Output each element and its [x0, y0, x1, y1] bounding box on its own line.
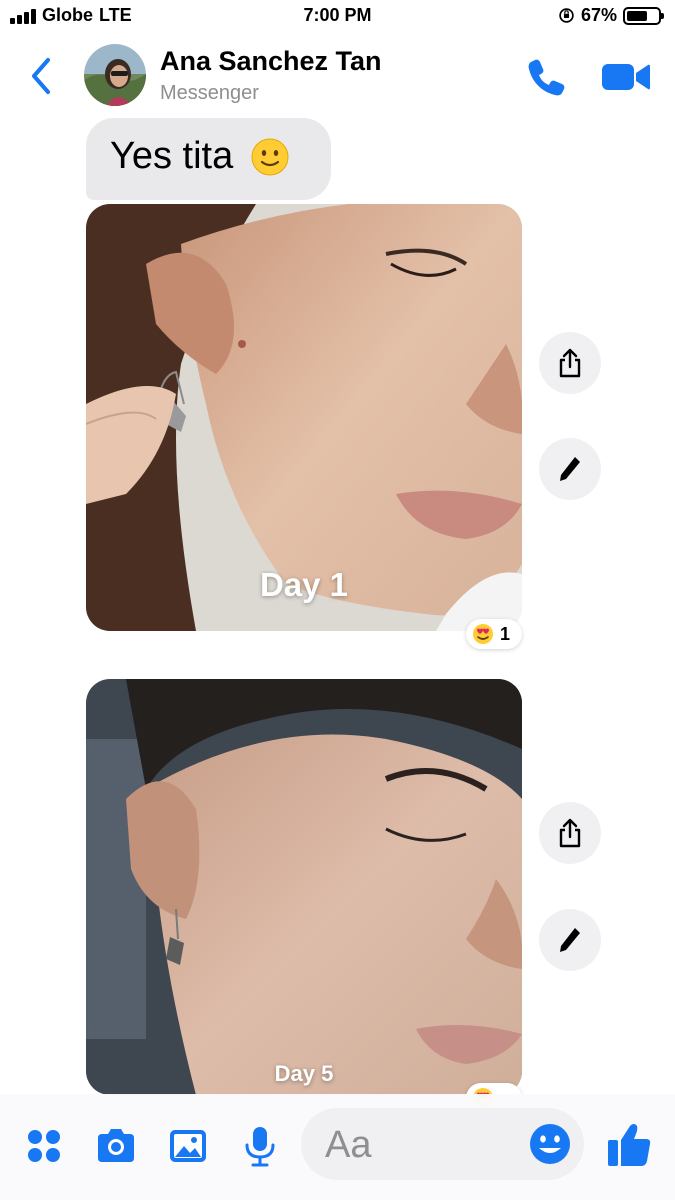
message-composer: Aa [0, 1094, 675, 1200]
camera-icon[interactable] [94, 1124, 138, 1168]
message-text: Yes tita [110, 135, 234, 178]
edit-button[interactable] [539, 438, 601, 500]
share-icon [559, 818, 581, 848]
photo-caption: Day 1 [259, 566, 349, 603]
contact-name[interactable]: Ana Sanchez Tan [160, 46, 382, 77]
heart-eyes-icon [473, 624, 493, 644]
photo-message-day-1[interactable]: Day 1 [86, 204, 522, 631]
photo-gallery-icon[interactable] [166, 1124, 210, 1168]
reaction-badge[interactable]: 1 [466, 619, 522, 649]
back-chevron-icon[interactable] [22, 54, 62, 98]
battery-fill [627, 10, 648, 21]
phone-icon[interactable] [522, 52, 570, 100]
rotation-lock-icon [559, 8, 574, 23]
contact-subtitle: Messenger [160, 82, 259, 104]
battery-percent: 67% [580, 5, 617, 25]
slightly-smiling-face-icon [251, 138, 289, 176]
message-bubble-incoming[interactable]: Yes tita [86, 118, 331, 200]
share-button[interactable] [539, 802, 601, 864]
emoji-icon[interactable] [526, 1120, 574, 1168]
chat-header: Ana Sanchez Tan Messenger [0, 34, 675, 118]
photo-message-day-5[interactable]: Day 5 [86, 679, 522, 1095]
reaction-count: 1 [500, 623, 511, 644]
share-icon [559, 348, 581, 378]
photo-caption: Day 5 [274, 1061, 334, 1086]
share-button[interactable] [539, 332, 601, 394]
selfie-photo [86, 679, 522, 1095]
microphone-icon[interactable] [238, 1124, 282, 1168]
avatar[interactable] [84, 44, 146, 106]
apps-grid-icon[interactable] [22, 1124, 66, 1168]
battery-icon [623, 6, 664, 25]
thumbs-up-icon[interactable] [604, 1120, 654, 1170]
edit-button[interactable] [539, 909, 601, 971]
message-input-placeholder: Aa [325, 1124, 372, 1166]
pencil-icon [560, 457, 580, 481]
status-bar: Globe LTE 7:00 PM 67% [0, 0, 675, 34]
message-input[interactable]: Aa [301, 1108, 584, 1180]
pencil-icon [560, 928, 580, 952]
avatar-image [84, 44, 146, 106]
video-camera-icon[interactable] [600, 56, 652, 96]
status-right: 67% [558, 5, 664, 26]
